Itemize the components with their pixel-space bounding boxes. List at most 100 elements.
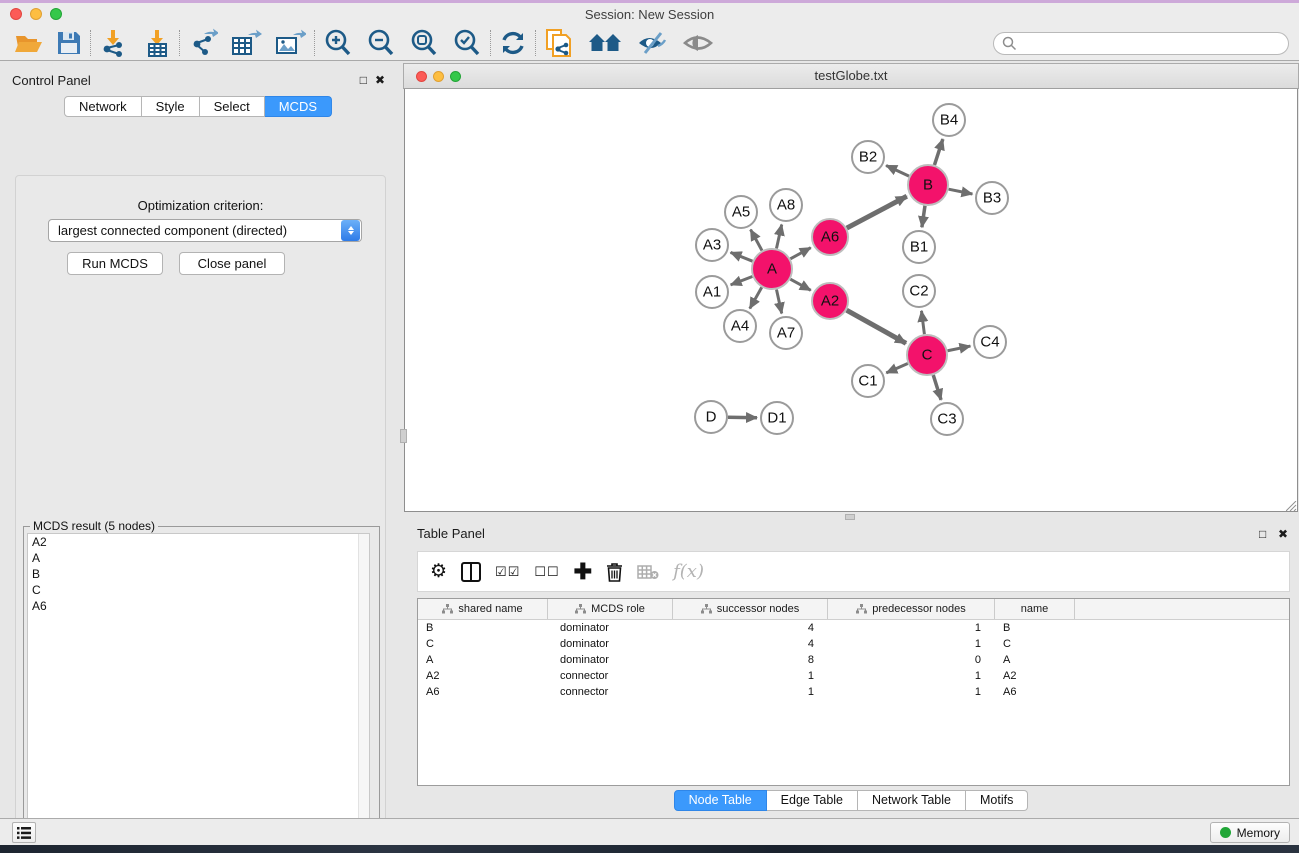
node-B4[interactable]: B4 bbox=[933, 104, 965, 136]
table-cell[interactable]: dominator bbox=[548, 636, 673, 652]
node-C4[interactable]: C4 bbox=[974, 326, 1006, 358]
zoom-selected-icon[interactable] bbox=[452, 27, 482, 59]
table-row[interactable]: Adominator80A bbox=[418, 652, 1289, 668]
edge-B-B4[interactable] bbox=[934, 139, 942, 165]
close-panel-button[interactable]: Close panel bbox=[179, 252, 285, 275]
mcds-result-item[interactable]: B bbox=[28, 566, 369, 582]
table-cell[interactable]: dominator bbox=[548, 620, 673, 636]
node-C[interactable]: C bbox=[907, 335, 947, 375]
table-cell[interactable]: 4 bbox=[673, 620, 828, 636]
column-header-successor-nodes[interactable]: successor nodes bbox=[673, 599, 828, 619]
table-cell[interactable]: 1 bbox=[828, 636, 995, 652]
zoom-fit-icon[interactable] bbox=[409, 27, 439, 59]
tab-edge-table[interactable]: Edge Table bbox=[767, 790, 858, 811]
close-network-button[interactable] bbox=[416, 71, 427, 82]
tab-node-table[interactable]: Node Table bbox=[674, 790, 767, 811]
tab-network-table[interactable]: Network Table bbox=[858, 790, 966, 811]
column-header-name[interactable]: name bbox=[995, 599, 1075, 619]
float-panel-icon[interactable]: □ bbox=[360, 73, 367, 87]
node-B1[interactable]: B1 bbox=[903, 231, 935, 263]
table-cell[interactable]: 0 bbox=[828, 652, 995, 668]
edge-A-A4[interactable] bbox=[750, 287, 762, 308]
network-canvas[interactable]: B4B2BB3A8A5A6A3B1AA1C2A2A4A7C4CC1DD1C3 bbox=[404, 89, 1298, 512]
import-network-icon[interactable] bbox=[99, 27, 127, 59]
table-cell[interactable]: 1 bbox=[828, 620, 995, 636]
home-icon[interactable] bbox=[588, 27, 622, 59]
table-cell[interactable]: A2 bbox=[418, 668, 548, 684]
table-row[interactable]: Cdominator41C bbox=[418, 636, 1289, 652]
table-cell[interactable]: C bbox=[418, 636, 548, 652]
delete-table-icon[interactable] bbox=[637, 564, 659, 580]
table-cell[interactable]: A bbox=[995, 652, 1075, 668]
delete-icon[interactable] bbox=[606, 562, 623, 582]
edge-B-B2[interactable] bbox=[886, 165, 909, 176]
export-table-icon[interactable] bbox=[230, 27, 262, 59]
node-D1[interactable]: D1 bbox=[761, 402, 793, 434]
node-A7[interactable]: A7 bbox=[770, 317, 802, 349]
node-A1[interactable]: A1 bbox=[696, 276, 728, 308]
edge-C-C3[interactable] bbox=[933, 375, 941, 400]
node-A8[interactable]: A8 bbox=[770, 189, 802, 221]
run-mcds-button[interactable]: Run MCDS bbox=[67, 252, 163, 275]
resize-grip[interactable] bbox=[1286, 501, 1297, 511]
show-panel-icon[interactable] bbox=[682, 27, 714, 59]
export-image-icon[interactable] bbox=[274, 27, 306, 59]
tab-mcds[interactable]: MCDS bbox=[265, 96, 332, 117]
edge-A-A2[interactable] bbox=[790, 279, 810, 290]
node-B[interactable]: B bbox=[908, 165, 948, 205]
table-cell[interactable]: 1 bbox=[673, 668, 828, 684]
table-row[interactable]: A2connector11A2 bbox=[418, 668, 1289, 684]
mcds-result-item[interactable]: C bbox=[28, 582, 369, 598]
close-table-panel-icon[interactable]: ✖ bbox=[1278, 527, 1288, 541]
zoom-in-icon[interactable] bbox=[323, 27, 353, 59]
table-cell[interactable]: B bbox=[418, 620, 548, 636]
mcds-result-item[interactable]: A6 bbox=[28, 598, 369, 614]
node-A4[interactable]: A4 bbox=[724, 310, 756, 342]
hide-panel-icon[interactable] bbox=[636, 27, 668, 59]
tab-select[interactable]: Select bbox=[200, 96, 265, 117]
node-A5[interactable]: A5 bbox=[725, 196, 757, 228]
node-D[interactable]: D bbox=[695, 401, 727, 433]
column-header-shared-name[interactable]: shared name bbox=[418, 599, 548, 619]
node-A3[interactable]: A3 bbox=[696, 229, 728, 261]
table-cell[interactable]: A6 bbox=[995, 684, 1075, 700]
network-window-titlebar[interactable]: testGlobe.txt bbox=[403, 63, 1299, 89]
node-A[interactable]: A bbox=[752, 249, 792, 289]
table-row[interactable]: A6connector11A6 bbox=[418, 684, 1289, 700]
tab-style[interactable]: Style bbox=[142, 96, 200, 117]
edge-A-A8[interactable] bbox=[776, 225, 781, 249]
table-cell[interactable]: dominator bbox=[548, 652, 673, 668]
close-window-button[interactable] bbox=[10, 8, 22, 20]
table-cell[interactable]: 8 bbox=[673, 652, 828, 668]
table-row[interactable]: Bdominator41B bbox=[418, 620, 1289, 636]
edge-A6-B[interactable] bbox=[847, 196, 907, 228]
network-graph[interactable]: B4B2BB3A8A5A6A3B1AA1C2A2A4A7C4CC1DD1C3 bbox=[405, 89, 1299, 512]
columns-icon[interactable] bbox=[461, 562, 481, 582]
memory-button[interactable]: Memory bbox=[1210, 822, 1290, 843]
import-table-icon[interactable] bbox=[143, 27, 171, 59]
edge-A-A7[interactable] bbox=[776, 290, 781, 314]
mcds-result-item[interactable]: A2 bbox=[28, 534, 369, 550]
deselect-all-icon[interactable]: ☐☐ bbox=[534, 564, 559, 580]
edge-A-A3[interactable] bbox=[731, 252, 753, 261]
edge-B-B1[interactable] bbox=[922, 206, 925, 227]
minimize-window-button[interactable] bbox=[30, 8, 42, 20]
add-column-icon[interactable]: ✚ bbox=[574, 559, 592, 585]
network-vertical-scrollbar[interactable] bbox=[400, 429, 407, 443]
refresh-icon[interactable] bbox=[499, 27, 527, 59]
table-cell[interactable]: 4 bbox=[673, 636, 828, 652]
edge-A-A5[interactable] bbox=[751, 230, 762, 251]
table-cell[interactable]: A bbox=[418, 652, 548, 668]
table-cell[interactable]: connector bbox=[548, 684, 673, 700]
table-cell[interactable]: B bbox=[995, 620, 1075, 636]
column-header-predecessor-nodes[interactable]: predecessor nodes bbox=[828, 599, 995, 619]
list-scrollbar[interactable] bbox=[358, 534, 369, 837]
column-header-MCDS-role[interactable]: MCDS role bbox=[548, 599, 673, 619]
zoom-out-icon[interactable] bbox=[366, 27, 396, 59]
close-panel-icon[interactable]: ✖ bbox=[375, 73, 385, 87]
table-cell[interactable]: 1 bbox=[828, 684, 995, 700]
duplicate-network-icon[interactable] bbox=[544, 27, 574, 59]
node-A6[interactable]: A6 bbox=[812, 219, 848, 255]
node-A2[interactable]: A2 bbox=[812, 283, 848, 319]
edge-A2-C[interactable] bbox=[847, 310, 906, 343]
